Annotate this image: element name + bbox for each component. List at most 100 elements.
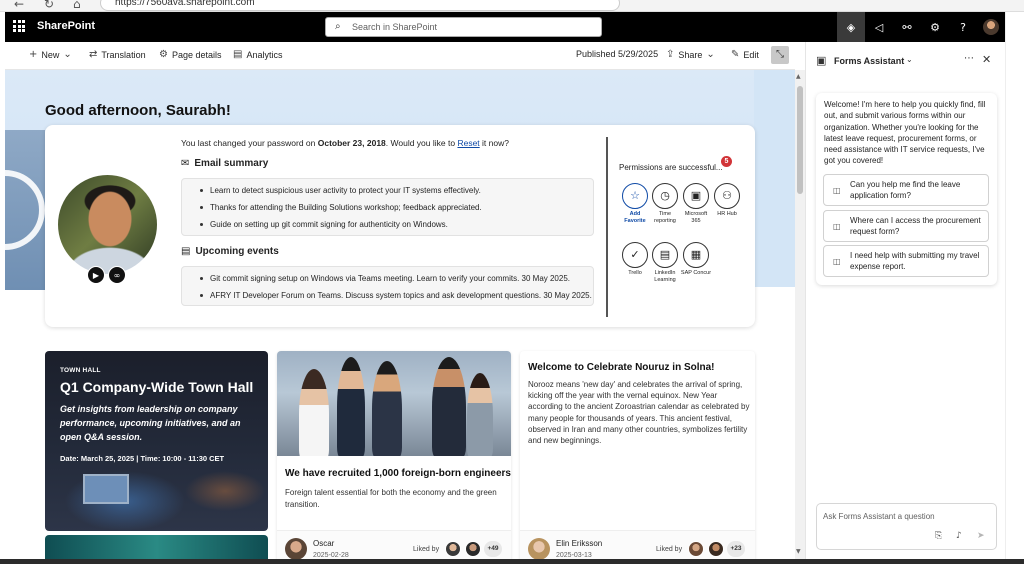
list-item[interactable]: Thanks for attending the Building Soluti… xyxy=(182,199,593,216)
link-icon[interactable]: ∞ xyxy=(108,266,126,284)
input-placeholder: Ask Forms Assistant a question xyxy=(823,512,935,521)
news-title: Welcome to Celebrate Nouruz in Solna! xyxy=(528,362,715,373)
email-title-label: Email summary xyxy=(194,158,269,169)
analytics-button[interactable]: ▤ Analytics xyxy=(233,49,282,60)
share-network-icon[interactable]: ⚯ xyxy=(893,12,921,42)
account-button[interactable] xyxy=(977,12,1005,42)
play-icon[interactable]: ▶ xyxy=(87,266,105,284)
hero-decoration xyxy=(5,130,45,290)
password-text: . Would you like to xyxy=(385,138,458,148)
likes-count[interactable]: +23 xyxy=(727,541,745,557)
microsoft-365-link[interactable]: ▣ Microsoft 365 xyxy=(680,183,712,225)
author-name[interactable]: Elin Eriksson xyxy=(556,539,602,548)
linkedin-learning-link[interactable]: ▤ LinkedIn Learning xyxy=(649,242,681,284)
monitor-image xyxy=(83,474,129,504)
app-label: HR Hub xyxy=(717,211,737,217)
address-bar[interactable]: https://7560ava.sharepoint.com xyxy=(100,0,620,11)
news-date: Date: March 25, 2025 | Time: 10:00 - 11:… xyxy=(60,454,225,463)
chat-icon: ◫ xyxy=(833,186,841,195)
suggestion-button[interactable]: ◫ Can you help me find the leave applica… xyxy=(823,174,989,206)
search-icon: ⌕ xyxy=(335,21,341,32)
hr-hub-link[interactable]: ⚇ HR Hub xyxy=(711,183,743,218)
office-icon: ▣ xyxy=(683,183,709,209)
add-favorite-link[interactable]: ☆ Add Favorite xyxy=(619,183,651,225)
liked-by-label: Liked by xyxy=(656,546,683,553)
welcome-text: Welcome! I'm here to help you quickly fi… xyxy=(824,100,986,166)
panel-header: ▣ Forms Assistant ⌄ ⋯ ✕ xyxy=(806,42,1006,80)
waffle-icon[interactable] xyxy=(13,20,25,32)
window-edge xyxy=(1005,12,1024,564)
suggestion-button[interactable]: ◫ I need help with submitting my travel … xyxy=(823,245,989,277)
events-title-label: Upcoming events xyxy=(195,246,279,257)
share-button[interactable]: ⇪ Share ⌄ xyxy=(666,49,715,60)
sap-concur-link[interactable]: ▦ SAP Concur xyxy=(680,242,712,277)
send-icon[interactable]: ➤ xyxy=(977,531,985,541)
close-icon[interactable]: ✕ xyxy=(982,53,991,66)
likes-count[interactable]: +49 xyxy=(484,541,502,557)
scroll-down-icon[interactable]: ▼ xyxy=(796,548,801,555)
divider xyxy=(606,137,608,317)
suite-bar: SharePoint ⌕ Search in SharePoint ◈ ◁ ⚯ … xyxy=(5,12,1005,42)
email-list: Learn to detect suspicious user activity… xyxy=(181,178,594,236)
avatar xyxy=(983,19,999,35)
list-item[interactable]: Guide on setting up git commit signing f… xyxy=(182,216,593,233)
profile-card: ▶ ∞ You last changed your password on Oc… xyxy=(45,125,755,327)
password-notice: You last changed your password on Octobe… xyxy=(181,138,509,148)
app-label: Trello xyxy=(628,270,642,276)
author-name[interactable]: Oscar xyxy=(313,539,334,548)
receipt-icon: ▦ xyxy=(683,242,709,268)
page-title: Good afternoon, Saurabh! xyxy=(45,102,231,119)
translation-button[interactable]: ⇄ Translation xyxy=(89,49,146,60)
scroll-up-icon[interactable]: ▲ xyxy=(796,73,801,80)
pencil-icon: ✎ xyxy=(731,49,740,60)
reset-link[interactable]: Reset xyxy=(457,138,479,148)
news-title: We have recruited 1,000 foreign-born eng… xyxy=(285,468,511,479)
assistant-message: Welcome! I'm here to help you quickly fi… xyxy=(816,93,997,285)
page-details-label: Page details xyxy=(171,49,222,60)
time-reporting-link[interactable]: ◷ Time reporting xyxy=(649,183,681,225)
help-icon[interactable]: ? xyxy=(949,12,977,42)
trello-link[interactable]: ✓ Trello xyxy=(619,242,651,277)
list-item[interactable]: AFRY IT Developer Forum on Teams. Discus… xyxy=(182,287,593,304)
back-icon[interactable]: ← xyxy=(14,0,24,11)
new-button[interactable]: + New ⌄ xyxy=(29,49,72,60)
taskbar-edge xyxy=(0,559,1024,564)
app-name[interactable]: SharePoint xyxy=(37,20,95,32)
chevron-down-icon[interactable]: ⌄ xyxy=(906,55,913,64)
scroll-thumb[interactable] xyxy=(797,86,803,194)
news-tile-townhall[interactable]: TOWN HALL Q1 Company-Wide Town Hall Get … xyxy=(45,351,268,531)
attach-icon[interactable]: ⎘ xyxy=(935,531,942,541)
page-content: Good afternoon, Saurabh! ▶ ∞ You last ch… xyxy=(5,70,795,564)
news-tile-nouruz[interactable]: Welcome to Celebrate Nouruz in Solna! No… xyxy=(520,351,755,564)
page-scrollbar[interactable]: ▲ ▼ xyxy=(795,70,805,564)
plus-icon: + xyxy=(29,49,38,60)
avatar xyxy=(465,541,481,557)
published-status: Published 5/29/2025 xyxy=(576,49,658,59)
list-item[interactable]: Git commit signing setup on Windows via … xyxy=(182,270,593,287)
search-input[interactable]: ⌕ Search in SharePoint xyxy=(325,17,602,37)
panel-title[interactable]: Forms Assistant xyxy=(834,56,904,66)
password-text: it now? xyxy=(479,138,509,148)
list-item[interactable]: Learn to detect suspicious user activity… xyxy=(182,182,593,199)
avatar xyxy=(445,541,461,557)
edit-button[interactable]: ✎ Edit xyxy=(731,49,759,60)
collapse-icon[interactable]: ⤡ xyxy=(771,46,789,64)
home-icon[interactable]: ⌂ xyxy=(73,0,81,11)
avatar xyxy=(688,541,704,557)
app-label: Microsoft 365 xyxy=(684,211,708,224)
book-icon: ▤ xyxy=(652,242,678,268)
chat-icon: ◫ xyxy=(833,257,841,266)
gear-icon[interactable]: ⚙ xyxy=(921,12,949,42)
refresh-icon[interactable]: ↻ xyxy=(44,0,54,11)
ask-input[interactable]: Ask Forms Assistant a question ⎘ ♪ ➤ xyxy=(816,503,997,550)
megaphone-icon[interactable]: ◁ xyxy=(865,12,893,42)
news-title: Q1 Company-Wide Town Hall xyxy=(60,379,254,395)
copilot-icon[interactable]: ◈ xyxy=(837,12,865,42)
page-details-button[interactable]: ⚙ Page details xyxy=(159,49,222,60)
suggestion-button[interactable]: ◫ Where can I access the procurement req… xyxy=(823,210,989,242)
more-icon[interactable]: ⋯ xyxy=(964,53,974,64)
chevron-down-icon: ⌄ xyxy=(706,49,715,60)
news-tile-recruitment[interactable]: We have recruited 1,000 foreign-born eng… xyxy=(277,351,511,564)
search-placeholder: Search in SharePoint xyxy=(352,22,438,32)
mic-icon[interactable]: ♪ xyxy=(956,531,962,541)
